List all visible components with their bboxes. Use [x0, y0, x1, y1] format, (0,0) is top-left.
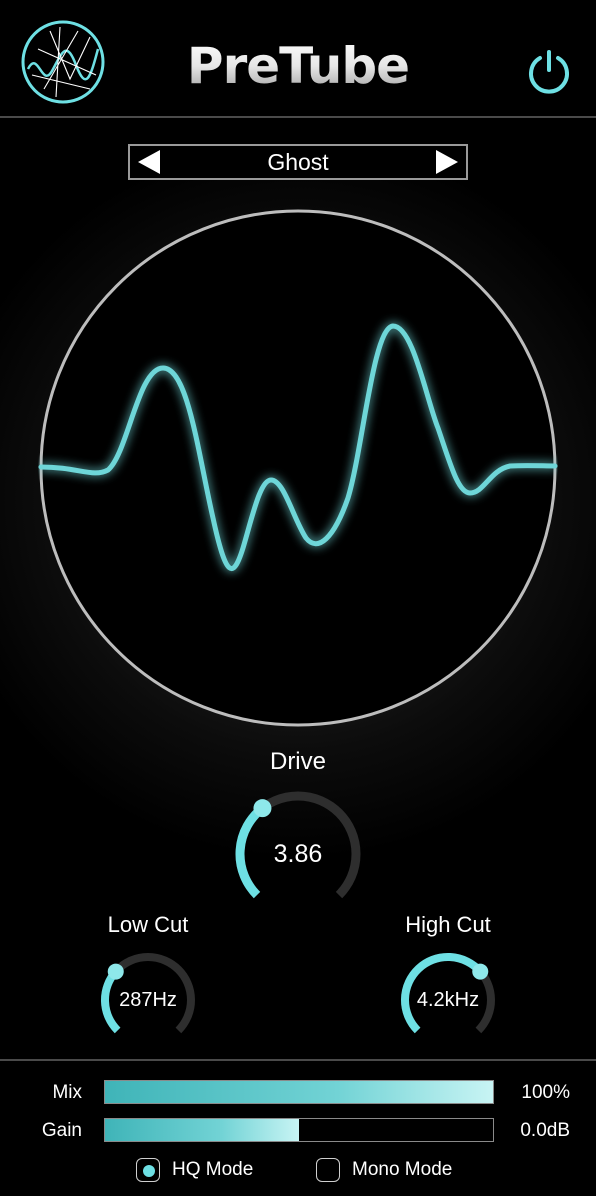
preset-name: Ghost — [267, 149, 329, 175]
triangle-left-icon — [138, 150, 160, 174]
hq-mode-label: HQ Mode — [172, 1159, 254, 1180]
high-cut-value: 4.2kHz — [416, 989, 480, 1011]
mix-slider-fill — [105, 1081, 493, 1103]
low-cut-value: 287Hz — [119, 989, 177, 1011]
mix-value: 100% — [521, 1082, 570, 1103]
high-cut-label: High Cut — [405, 912, 491, 937]
low-cut-label: Low Cut — [107, 912, 189, 937]
hq-mode-checkbox[interactable]: HQ Mode — [136, 1158, 266, 1184]
checked-dot-icon — [143, 1165, 155, 1177]
high-cut-knob[interactable]: 4.2kHz — [398, 950, 498, 1050]
waveform-scope — [38, 209, 558, 727]
preset-next-button[interactable] — [426, 146, 466, 178]
header-bar: PreTube — [0, 0, 596, 118]
gain-slider[interactable] — [104, 1118, 494, 1142]
drive-knob[interactable]: 3.86 — [232, 788, 364, 920]
preset-prev-button[interactable] — [130, 146, 170, 178]
knob-handle[interactable] — [107, 963, 124, 980]
mono-mode-checkbox[interactable]: Mono Mode — [316, 1158, 466, 1184]
triangle-right-icon — [436, 150, 458, 174]
app-title: PreTube — [0, 36, 596, 96]
hq-mode-box — [136, 1158, 160, 1182]
plugin-window: PreTube Ghost Drive 3.86 Low Cut 287Hz H… — [0, 0, 596, 1196]
mono-mode-label: Mono Mode — [352, 1159, 453, 1180]
power-icon[interactable] — [526, 48, 572, 94]
scope-circle — [39, 209, 557, 727]
preset-selector[interactable]: Ghost — [128, 144, 468, 180]
mix-label: Mix — [52, 1082, 82, 1103]
knob-handle[interactable] — [472, 963, 489, 980]
gain-slider-fill — [105, 1119, 299, 1141]
drive-label: Drive — [269, 748, 326, 775]
low-cut-knob[interactable]: 287Hz — [98, 950, 198, 1050]
gain-value: 0.0dB — [520, 1120, 570, 1141]
gain-label: Gain — [41, 1120, 82, 1141]
drive-value: 3.86 — [273, 840, 323, 868]
mix-slider[interactable] — [104, 1080, 494, 1104]
knob-handle[interactable] — [253, 799, 272, 818]
mono-mode-box — [316, 1158, 340, 1182]
